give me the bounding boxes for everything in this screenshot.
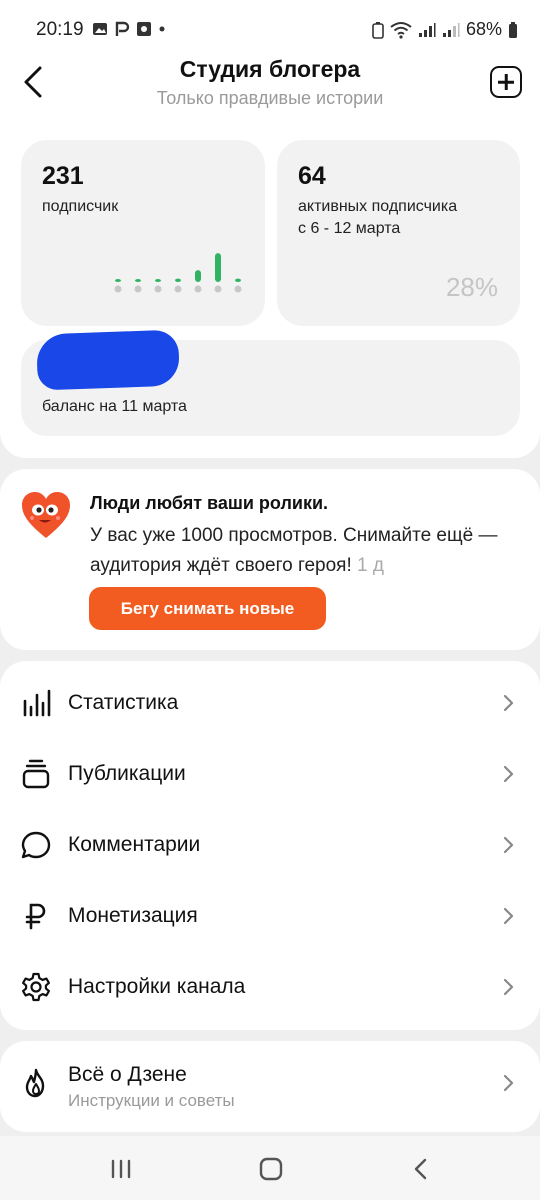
promo-action-button[interactable]: Бегу снимать новые bbox=[89, 587, 326, 630]
chevron-right-icon bbox=[503, 694, 514, 712]
subscribers-mini-chart bbox=[114, 253, 242, 293]
mini-chart-baseline-dot bbox=[214, 285, 222, 293]
wifi-icon bbox=[390, 21, 412, 39]
promo-age: 1 д bbox=[357, 555, 384, 576]
more-dot-icon bbox=[159, 26, 165, 32]
add-publication-button[interactable] bbox=[490, 66, 522, 98]
about-dzen-item[interactable]: Всё о Дзене Инструкции и советы bbox=[0, 1041, 540, 1132]
about-dzen-title: Всё о Дзене bbox=[68, 1063, 187, 1086]
mini-chart-baseline-dot bbox=[114, 285, 122, 293]
active-count: 64 bbox=[298, 162, 326, 190]
chevron-right-icon bbox=[503, 978, 514, 996]
chevron-right-icon bbox=[503, 1074, 514, 1092]
mini-chart-bar bbox=[155, 279, 161, 282]
mini-chart-baseline-dot bbox=[174, 285, 182, 293]
subscribers-count: 231 bbox=[42, 162, 84, 190]
active-label-line1: активных подписчика bbox=[298, 198, 458, 215]
speech-bubble-icon bbox=[21, 831, 51, 859]
mini-chart-bar bbox=[115, 279, 121, 282]
mini-chart-bar bbox=[235, 278, 241, 282]
system-nav-bar bbox=[0, 1136, 540, 1200]
app-notification-icon bbox=[137, 22, 151, 36]
subscribers-card[interactable]: 231 подписчик bbox=[21, 140, 265, 326]
active-subscribers-card[interactable]: 64 активных подписчика с 6 - 12 марта 28… bbox=[277, 140, 520, 326]
status-time: 20:19 bbox=[36, 19, 84, 40]
page-subtitle: Только правдивые истории bbox=[156, 88, 384, 108]
subscribers-label: подписчик bbox=[42, 198, 119, 215]
signal-icon bbox=[418, 22, 436, 37]
promo-text-body: У вас уже 1000 просмотров. Снимайте ещё … bbox=[90, 525, 498, 576]
mini-chart-baseline-dot bbox=[134, 285, 142, 293]
page-title: Студия блогера bbox=[179, 56, 361, 82]
redacted-balance bbox=[36, 329, 180, 391]
menu-item-statistics[interactable]: Статистика bbox=[0, 667, 540, 738]
menu-item-comments[interactable]: Комментарии bbox=[0, 809, 540, 880]
active-label-line2: с 6 - 12 марта bbox=[298, 220, 401, 237]
battery-icon bbox=[509, 21, 517, 38]
ruble-icon bbox=[25, 903, 46, 930]
chevron-right-icon bbox=[503, 907, 514, 925]
mini-chart-baseline-dot bbox=[154, 285, 162, 293]
home-icon[interactable] bbox=[256, 1154, 286, 1184]
mini-chart-bar bbox=[215, 253, 221, 282]
gallery-icon bbox=[93, 23, 107, 35]
menu-item-monetization[interactable]: Монетизация bbox=[0, 880, 540, 951]
chevron-right-icon bbox=[503, 836, 514, 854]
menu-label-publications: Публикации bbox=[68, 762, 186, 785]
active-percent: 28% bbox=[445, 272, 498, 302]
recent-apps-icon[interactable] bbox=[106, 1154, 136, 1184]
menu-panel: Статистика Публикации Комментарии Монети… bbox=[0, 661, 540, 1030]
stack-icon bbox=[22, 759, 50, 789]
mini-chart-bar bbox=[195, 270, 201, 282]
menu-label-monetization: Монетизация bbox=[68, 904, 198, 927]
signal-icon-2 bbox=[442, 22, 460, 37]
gear-icon bbox=[22, 972, 50, 1002]
menu-item-publications[interactable]: Публикации bbox=[0, 738, 540, 809]
promo-text: У вас уже 1000 просмотров. Снимайте ещё … bbox=[90, 521, 510, 581]
promo-title: Люди любят ваши ролики. bbox=[90, 493, 329, 513]
status-bar: 20:19 68% bbox=[0, 0, 540, 60]
balance-card[interactable]: баланс на 11 марта bbox=[21, 329, 520, 436]
mini-chart-baseline-dot bbox=[194, 285, 202, 293]
notification-icons bbox=[92, 20, 166, 38]
promo-panel: Люди любят ваши ролики. У вас уже 1000 п… bbox=[0, 469, 540, 650]
menu-label-channel-settings: Настройки канала bbox=[68, 975, 246, 998]
battery-percent: 68% bbox=[465, 19, 502, 39]
back-nav-icon[interactable] bbox=[406, 1154, 436, 1184]
about-dzen-subtitle: Инструкции и советы bbox=[68, 1091, 235, 1110]
mini-chart-bar bbox=[135, 279, 141, 282]
menu-label-comments: Комментарии bbox=[68, 833, 201, 856]
flame-icon bbox=[25, 1068, 45, 1098]
balance-label: баланс на 11 марта bbox=[42, 398, 187, 415]
chat-p-icon bbox=[115, 21, 130, 36]
bar-chart-icon bbox=[23, 689, 51, 717]
chevron-right-icon bbox=[503, 765, 514, 783]
heart-mascot-icon bbox=[22, 492, 70, 538]
system-icons: 68% bbox=[372, 19, 518, 40]
active-label: активных подписчика с 6 - 12 марта bbox=[298, 196, 457, 240]
menu-label-statistics: Статистика bbox=[68, 691, 179, 714]
menu-item-channel-settings[interactable]: Настройки канала bbox=[0, 951, 540, 1022]
battery-saver-icon bbox=[372, 21, 384, 39]
mini-chart-bar bbox=[175, 278, 181, 282]
mini-chart-baseline-dot bbox=[234, 285, 242, 293]
